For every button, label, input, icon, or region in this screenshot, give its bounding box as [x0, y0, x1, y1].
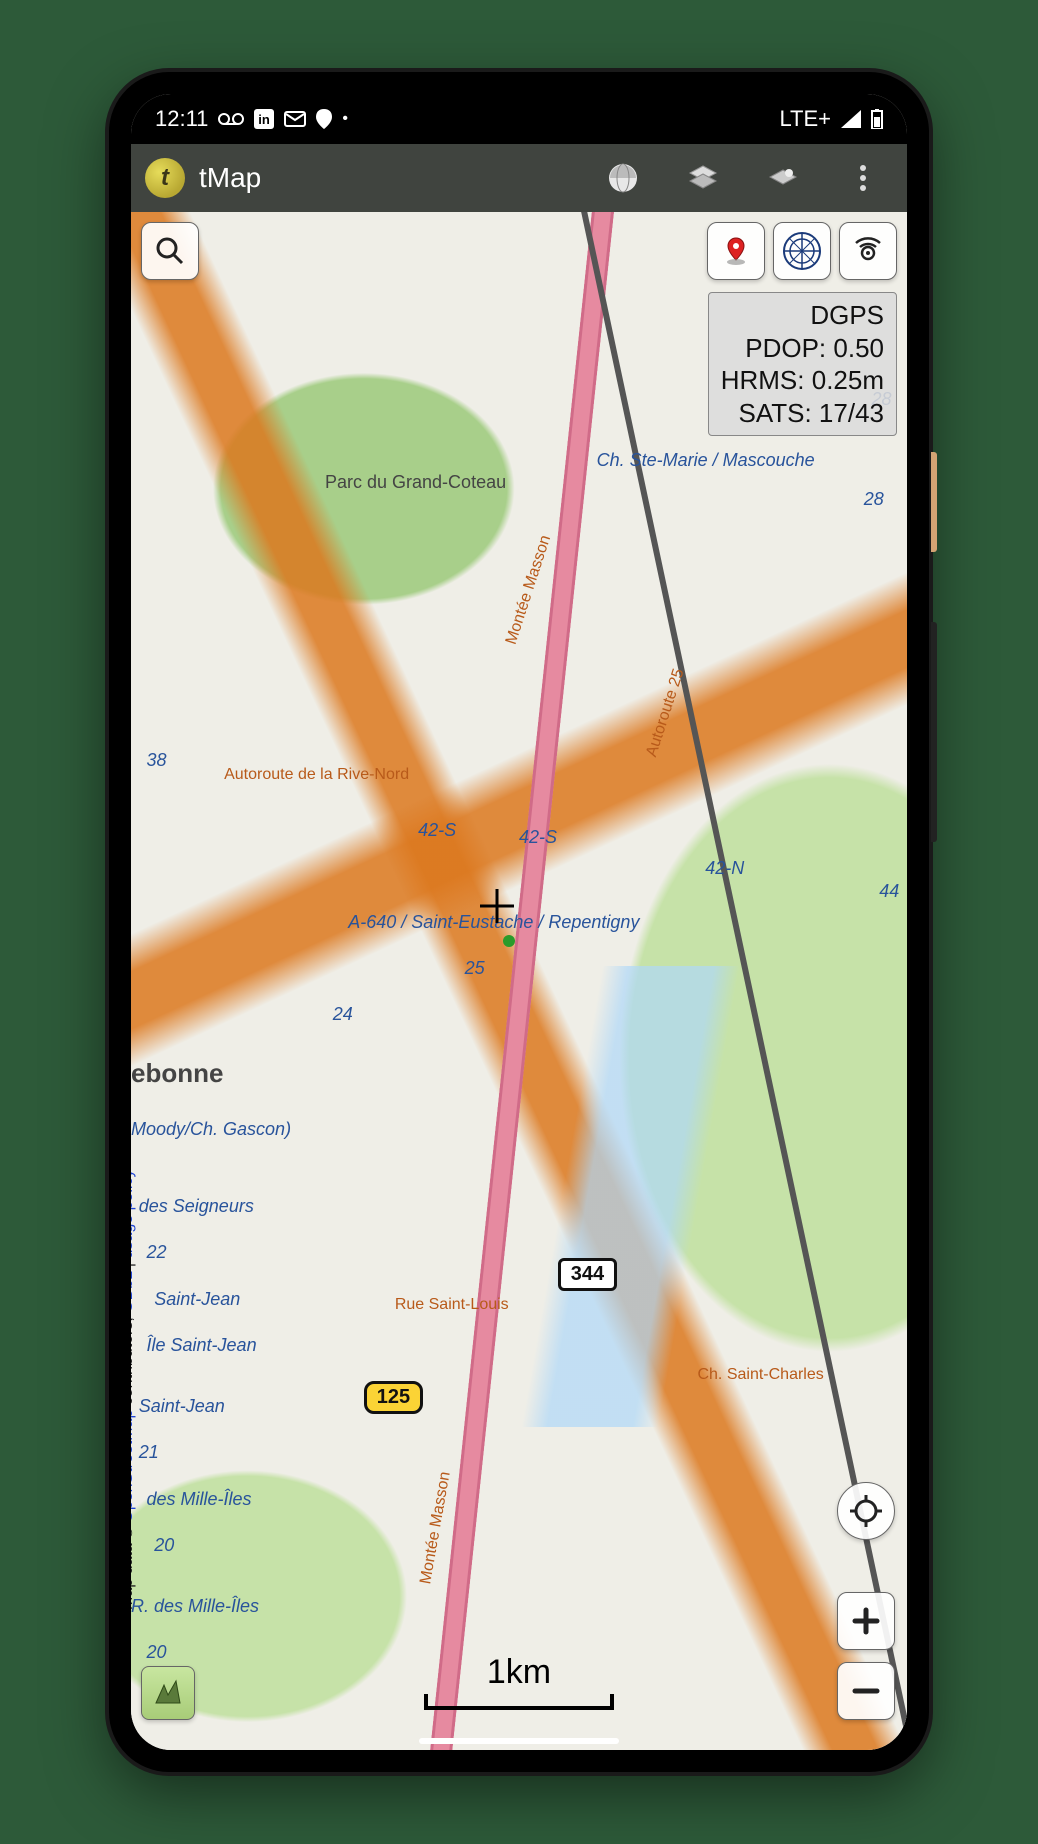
mille-iles-label-2: R. des Mille-Îles: [131, 1596, 259, 1617]
compass-button[interactable]: [773, 222, 831, 280]
marker-button[interactable]: [707, 222, 765, 280]
pdop-label: PDOP:: [745, 333, 826, 363]
map-attribution: Map data © OpenStreetMap contributors, O…: [131, 1170, 137, 1610]
exit-42n: 42-N: [705, 858, 744, 879]
city-label: ebonne: [131, 1058, 223, 1089]
layer-pin-button[interactable]: [763, 158, 803, 198]
more-icon: •: [342, 110, 348, 128]
stcharles-label: Ch. Saint-Charles: [697, 1366, 823, 1384]
mail-icon: [284, 111, 306, 127]
hwy-label: Autoroute de la Rive-Nord: [224, 766, 409, 784]
status-bar: 12:11 in • LTE+: [131, 94, 907, 144]
app-title: tMap: [199, 162, 589, 194]
exit-44: 44: [879, 881, 899, 902]
scale-bar: [424, 1694, 614, 1710]
layers-button[interactable]: [683, 158, 723, 198]
search-button[interactable]: [141, 222, 199, 280]
route-shield-125: 125: [364, 1381, 423, 1414]
network-type: LTE+: [779, 106, 831, 132]
exit-22: 22: [147, 1242, 167, 1263]
map-crosshair: [480, 889, 514, 923]
exit-24: 24: [333, 1004, 353, 1025]
scale-label: 1km: [424, 1653, 614, 1692]
battery-icon: [871, 109, 883, 129]
status-time: 12:11: [155, 106, 208, 132]
attrib-mid: contributors,: [131, 1313, 136, 1410]
basemap-button[interactable]: [603, 158, 643, 198]
exit-20: 20: [154, 1535, 174, 1556]
gps-status-panel: DGPS PDOP: 0.50 HRMS: 0.25m SATS: 17/43: [708, 292, 897, 436]
gps-mode: DGPS: [721, 299, 884, 332]
ste-marie-label: Ch. Ste-Marie / Mascouche: [597, 450, 815, 471]
seigneurs-label: des Seigneurs: [139, 1196, 254, 1217]
android-nav-handle[interactable]: [419, 1738, 619, 1744]
app-bar: t tMap: [131, 144, 907, 212]
route-shield-344: 344: [558, 1258, 617, 1291]
exit-42s: 42-S: [418, 820, 456, 841]
app-logo: t: [145, 158, 185, 198]
attrib-odbl-link[interactable]: ODbL: [131, 1272, 136, 1313]
hrms-value: 0.25m: [812, 365, 884, 395]
map-canvas[interactable]: Parc du Grand-Coteau Autoroute de la Riv…: [131, 212, 907, 1750]
sats-label: SATS:: [738, 398, 811, 428]
voicemail-icon: [218, 112, 244, 126]
attrib-prefix: Map data ©: [131, 1523, 136, 1610]
attrib-policy-link[interactable]: usage policy: [131, 1170, 136, 1259]
ile-stjean-label: Île Saint-Jean: [147, 1335, 257, 1356]
locate-button[interactable]: [837, 1482, 895, 1540]
zoom-out-button[interactable]: [837, 1662, 895, 1720]
hrms-label: HRMS:: [721, 365, 805, 395]
exit-28b: 28: [864, 489, 884, 510]
attrib-osm-link[interactable]: OpenStreetMap: [131, 1410, 136, 1523]
stjean-label: Saint-Jean: [154, 1289, 240, 1310]
exit-42s-b: 42-S: [519, 827, 557, 848]
svg-text:in: in: [259, 112, 271, 127]
pdop-value: 0.50: [833, 333, 884, 363]
zoom-in-button[interactable]: [837, 1592, 895, 1650]
stlouis-label: Rue Saint-Louis: [395, 1296, 509, 1314]
overflow-menu-button[interactable]: [843, 158, 883, 198]
moody-label: Moody/Ch. Gascon): [131, 1119, 291, 1140]
map-style-button[interactable]: [141, 1666, 195, 1720]
signal-icon: [841, 110, 861, 128]
park-label: Parc du Grand-Coteau: [325, 473, 506, 493]
exit-21: 21: [139, 1442, 159, 1463]
stjean-label-2: Saint-Jean: [139, 1396, 225, 1417]
exit-20b: 20: [147, 1642, 167, 1663]
linkedin-icon: in: [254, 109, 274, 129]
scale-indicator: 1km: [424, 1653, 614, 1710]
exit-25: 25: [465, 958, 485, 979]
exit-38: 38: [147, 750, 167, 771]
location-icon: [316, 109, 332, 129]
mille-iles-label: des Mille-Îles: [147, 1489, 252, 1510]
gps-receiver-button[interactable]: [839, 222, 897, 280]
sats-value: 17/43: [819, 398, 884, 428]
